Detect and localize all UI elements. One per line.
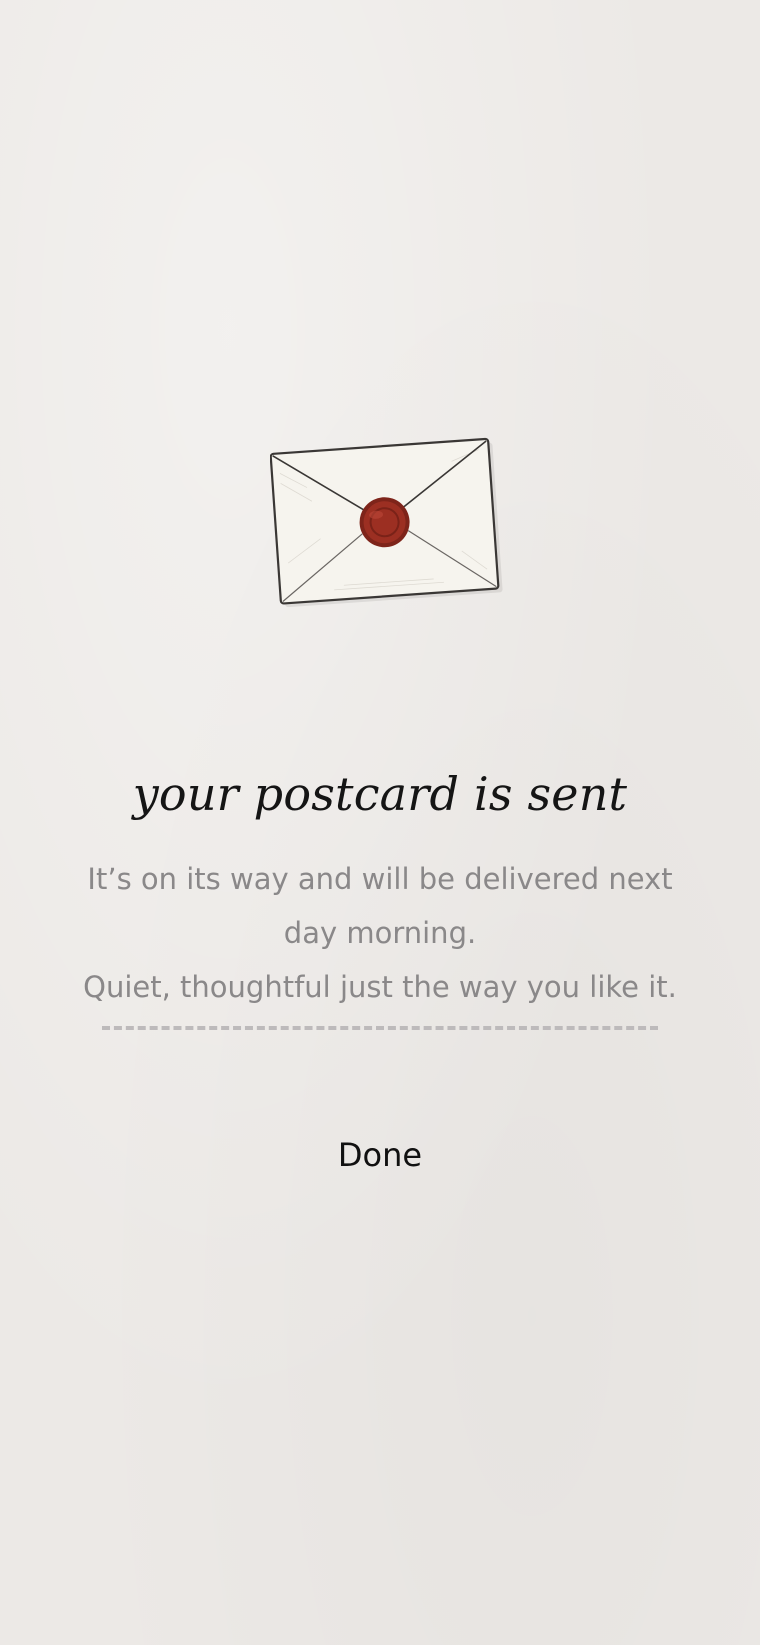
- message-line: day morning.: [283, 916, 477, 950]
- dashed-divider: [102, 1026, 658, 1030]
- sealed-envelope-icon: [270, 436, 506, 620]
- confirmation-message: It’s on its way and will be delivered ne…: [60, 852, 700, 1014]
- confirmation-title: your postcard is sent: [132, 767, 628, 821]
- message-line: Quiet, thoughtful just the way you like …: [83, 970, 677, 1004]
- done-button[interactable]: Done: [280, 1125, 480, 1185]
- message-line: It’s on its way and will be delivered ne…: [87, 862, 673, 896]
- page-background: your postcard is sent It’s on its way an…: [0, 0, 760, 1645]
